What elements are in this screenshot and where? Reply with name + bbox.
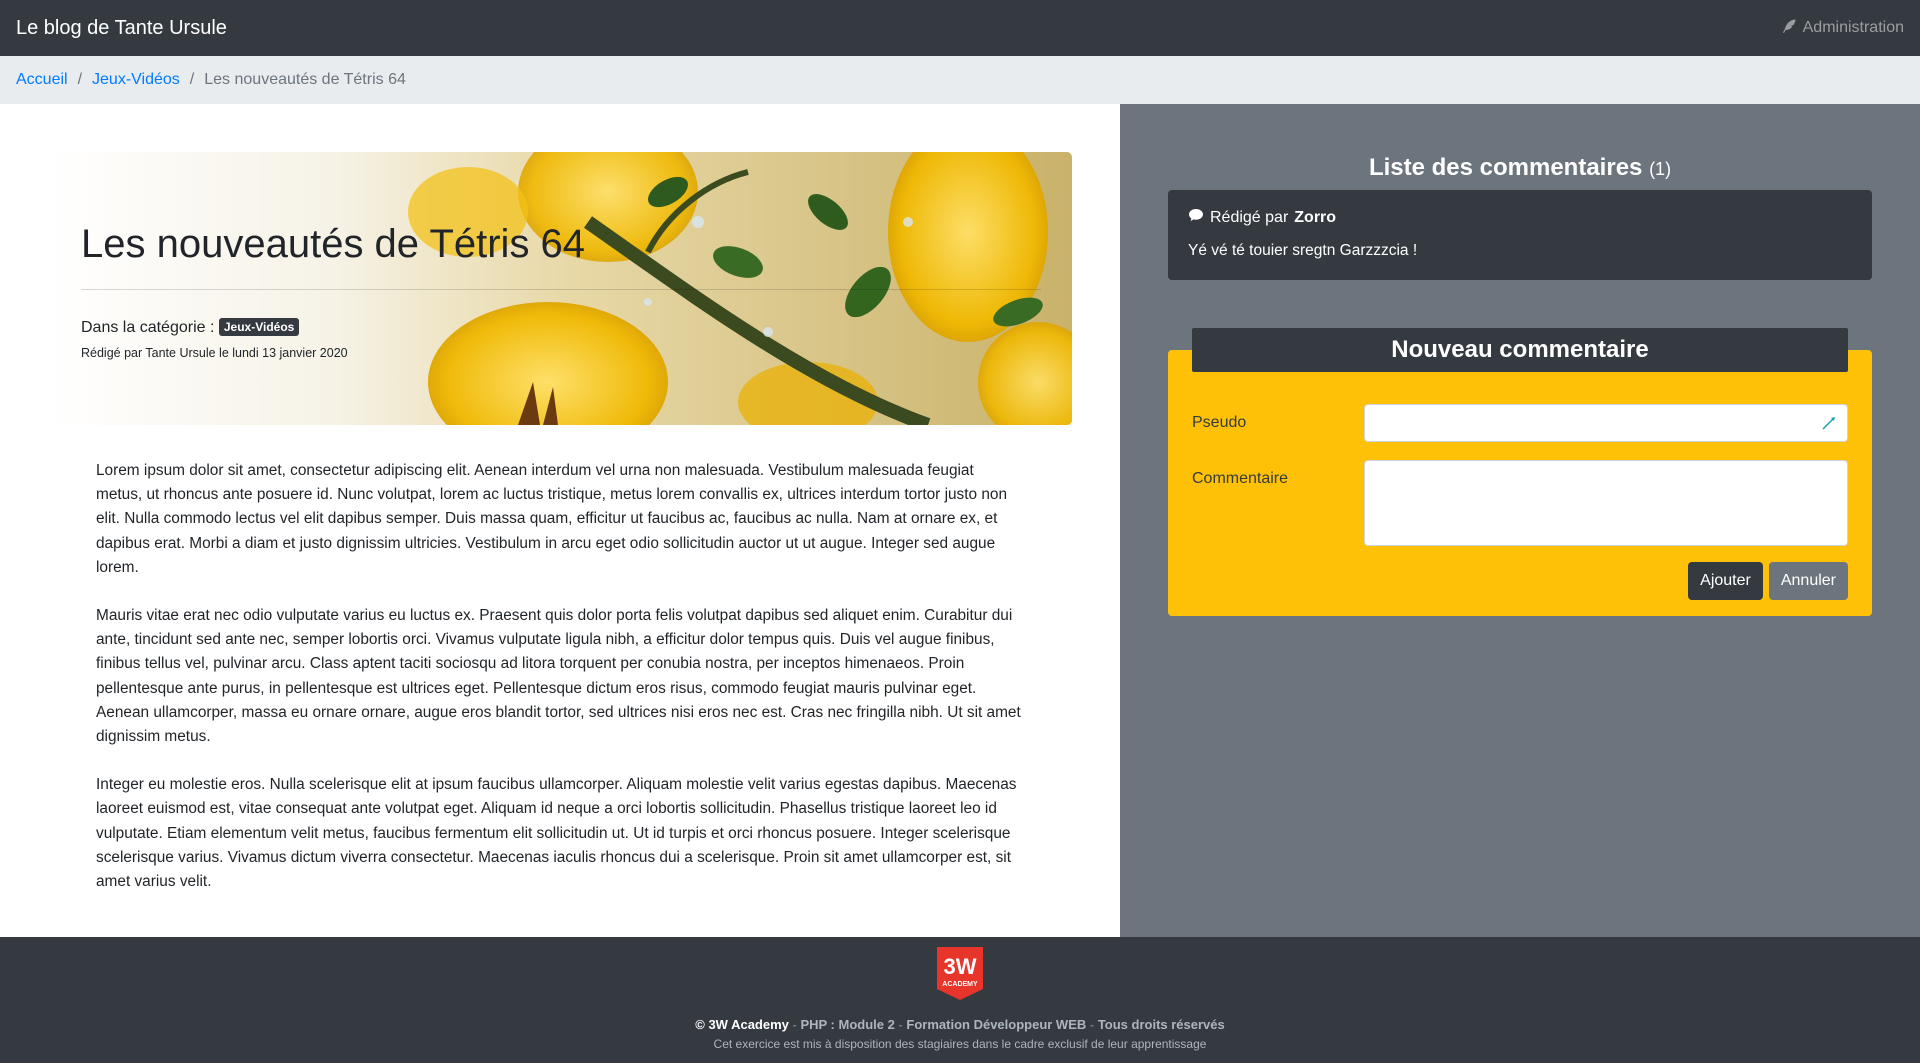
footer-rights: Tous droits réservés [1097,1017,1225,1032]
footer-separator: - [894,1017,907,1032]
article-paragraph: Mauris vitae erat nec odio vulputate var… [96,607,1021,746]
category-badge[interactable]: Jeux-Vidéos [218,318,300,336]
svg-text:3W: 3W [944,954,977,979]
page-footer: 3W ACADEMY © 3W Academy - PHP : Module 2… [0,937,1920,1063]
footer-program: Formation Développeur WEB [906,1017,1087,1032]
breadcrumb: Accueil / Jeux-Vidéos / Les nouveautés d… [0,56,1920,104]
pseudo-label: Pseudo [1192,414,1247,431]
footer-credits: © 3W Academy - PHP : Module 2 - Formatio… [0,1017,1920,1032]
svg-text:ACADEMY: ACADEMY [942,981,978,988]
footer-course: PHP : Module 2 [800,1017,895,1032]
comment-row: Commentaire [1192,460,1848,546]
main-content: Les nouveautés de Tétris 64 Dans la caté… [0,104,1920,937]
hero-divider [81,289,1041,290]
submit-comment-button[interactable]: Ajouter [1688,562,1763,600]
comment-text: Yé vé té touier sregtn Garzzzcia ! [1188,242,1418,259]
article-paragraph: Lorem ipsum dolor sit amet, consectetur … [96,462,1008,576]
new-comment-form: Nouveau commentaire Pseudo Commentaire A… [1168,328,1872,616]
article-hero: Les nouveautés de Tétris 64 Dans la caté… [48,152,1072,425]
breadcrumb-home[interactable]: Accueil [16,71,68,89]
autofill-icon[interactable] [1821,415,1837,431]
speech-bubble-icon [1188,207,1204,228]
breadcrumb-separator: / [189,71,195,88]
cancel-button[interactable]: Annuler [1768,562,1848,600]
hero-content: Les nouveautés de Tétris 64 Dans la caté… [48,152,1072,360]
comment-author: Zorro [1294,208,1337,226]
article-category: Dans la catégorie : Jeux-Vidéos [81,318,1039,337]
comment-header: Rédigé par Zorro [1188,207,1852,228]
article-meta: Rédigé par Tante Ursule le lundi 13 janv… [81,346,348,360]
article-column: Les nouveautés de Tétris 64 Dans la caté… [0,104,1120,937]
form-actions: Ajouter Annuler [1192,562,1848,600]
admin-link-label: Administration [1802,19,1904,36]
comment-card: Rédigé par Zorro Yé vé té touier sregtn … [1168,190,1872,280]
footer-separator: - [788,1017,801,1032]
admin-link[interactable]: Administration [1781,18,1904,39]
article-body: Lorem ipsum dolor sit amet, consectetur … [48,425,1072,894]
comments-title-text: Liste des commentaires [1368,154,1643,181]
footer-copyright: © 3W Academy [695,1017,789,1032]
top-navbar: Le blog de Tante Ursule Administration [0,0,1920,56]
feather-icon [1781,18,1797,39]
footer-notice: Cet exercice est mis à disposition des s… [713,1037,1207,1051]
breadcrumb-category[interactable]: Jeux-Vidéos [92,71,180,89]
category-label: Dans la catégorie : [81,319,215,336]
comment-textarea[interactable] [1364,460,1848,546]
comments-count: (1) [1649,159,1672,179]
breadcrumb-separator: / [77,71,83,88]
new-comment-title: Nouveau commentaire [1192,328,1848,372]
article-paragraph: Integer eu molestie eros. Nulla sceleris… [96,776,1017,891]
comments-title: Liste des commentaires (1) [1168,104,1872,182]
3w-academy-logo: 3W ACADEMY [937,947,983,1000]
comment-label: Commentaire [1192,470,1289,487]
footer-separator: - [1086,1017,1098,1032]
comment-prefix: Rédigé par [1210,208,1289,226]
pseudo-input[interactable] [1364,404,1848,442]
pseudo-row: Pseudo [1192,404,1848,442]
comments-column: Liste des commentaires (1) Rédigé par Zo… [1120,104,1920,937]
article-title: Les nouveautés de Tétris 64 [81,222,586,266]
breadcrumb-current: Les nouveautés de Tétris 64 [204,71,406,88]
site-brand[interactable]: Le blog de Tante Ursule [16,17,227,40]
